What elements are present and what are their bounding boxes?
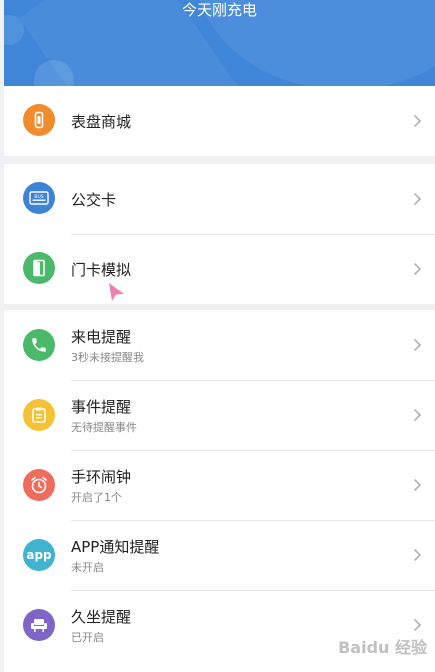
menu-item-app-notify[interactable]: app APP通知提醒 未开启: [4, 520, 435, 590]
section-reminders: 来电提醒 3秒未接提醒我 事件提醒 无待提醒事件 手环闹钟 开启了1个 app …: [4, 310, 435, 672]
header: 今天刚充电: [4, 0, 435, 86]
menu-item-door-card[interactable]: 门卡模拟: [4, 234, 435, 304]
menu-item-bus-card[interactable]: BUS 公交卡: [4, 164, 435, 234]
menu-item-label: APP通知提醒: [71, 538, 160, 556]
charge-status-text: 今天刚充电: [181, 1, 257, 19]
pointer-cursor-icon: [109, 283, 124, 301]
menu-item-watch-faces[interactable]: 表盘商城: [4, 86, 435, 156]
section-store: 表盘商城: [4, 86, 435, 156]
door-icon: [23, 252, 55, 284]
phone-icon: [23, 329, 55, 361]
bus-card-icon-text: BUS: [34, 194, 43, 200]
menu-item-status: 无待提醒事件: [71, 421, 137, 434]
menu-item-label: 手环闹钟: [71, 468, 132, 486]
watch-icon: [23, 104, 55, 136]
menu-item-band-alarm[interactable]: 手环闹钟 开启了1个: [4, 450, 435, 520]
chevron-right-icon: [413, 262, 422, 276]
bus-card-icon: BUS: [23, 182, 55, 214]
menu-item-status: 3秒未接提醒我: [71, 351, 144, 364]
menu-item-call-reminder[interactable]: 来电提醒 3秒未接提醒我: [4, 310, 435, 380]
menu-item-status: 已开启: [71, 631, 104, 644]
menu-item-event-reminder[interactable]: 事件提醒 无待提醒事件: [4, 380, 435, 450]
menu-item-label: 门卡模拟: [71, 261, 132, 279]
app-icon: app: [23, 539, 55, 571]
menu-item-status: 开启了1个: [71, 491, 122, 504]
menu-item-label: 公交卡: [71, 191, 117, 209]
chevron-right-icon: [413, 618, 422, 632]
app-icon-text: app: [26, 548, 52, 562]
chevron-right-icon: [413, 548, 422, 562]
chevron-right-icon: [413, 114, 422, 128]
chevron-right-icon: [413, 478, 422, 492]
chevron-right-icon: [413, 192, 422, 206]
menu-item-label: 表盘商城: [71, 113, 132, 131]
chevron-right-icon: [413, 408, 422, 422]
menu-item-status: 未开启: [71, 561, 104, 574]
watermark: Baidu 经验: [338, 638, 427, 657]
chevron-right-icon: [413, 338, 422, 352]
section-cards: BUS 公交卡 门卡模拟: [4, 164, 435, 304]
clipboard-icon: [23, 399, 55, 431]
alarm-clock-icon: [23, 469, 55, 501]
menu-item-label: 久坐提醒: [71, 608, 132, 626]
seat-icon: [23, 609, 55, 641]
menu-item-label: 来电提醒: [71, 328, 132, 346]
menu-item-label: 事件提醒: [71, 398, 132, 416]
